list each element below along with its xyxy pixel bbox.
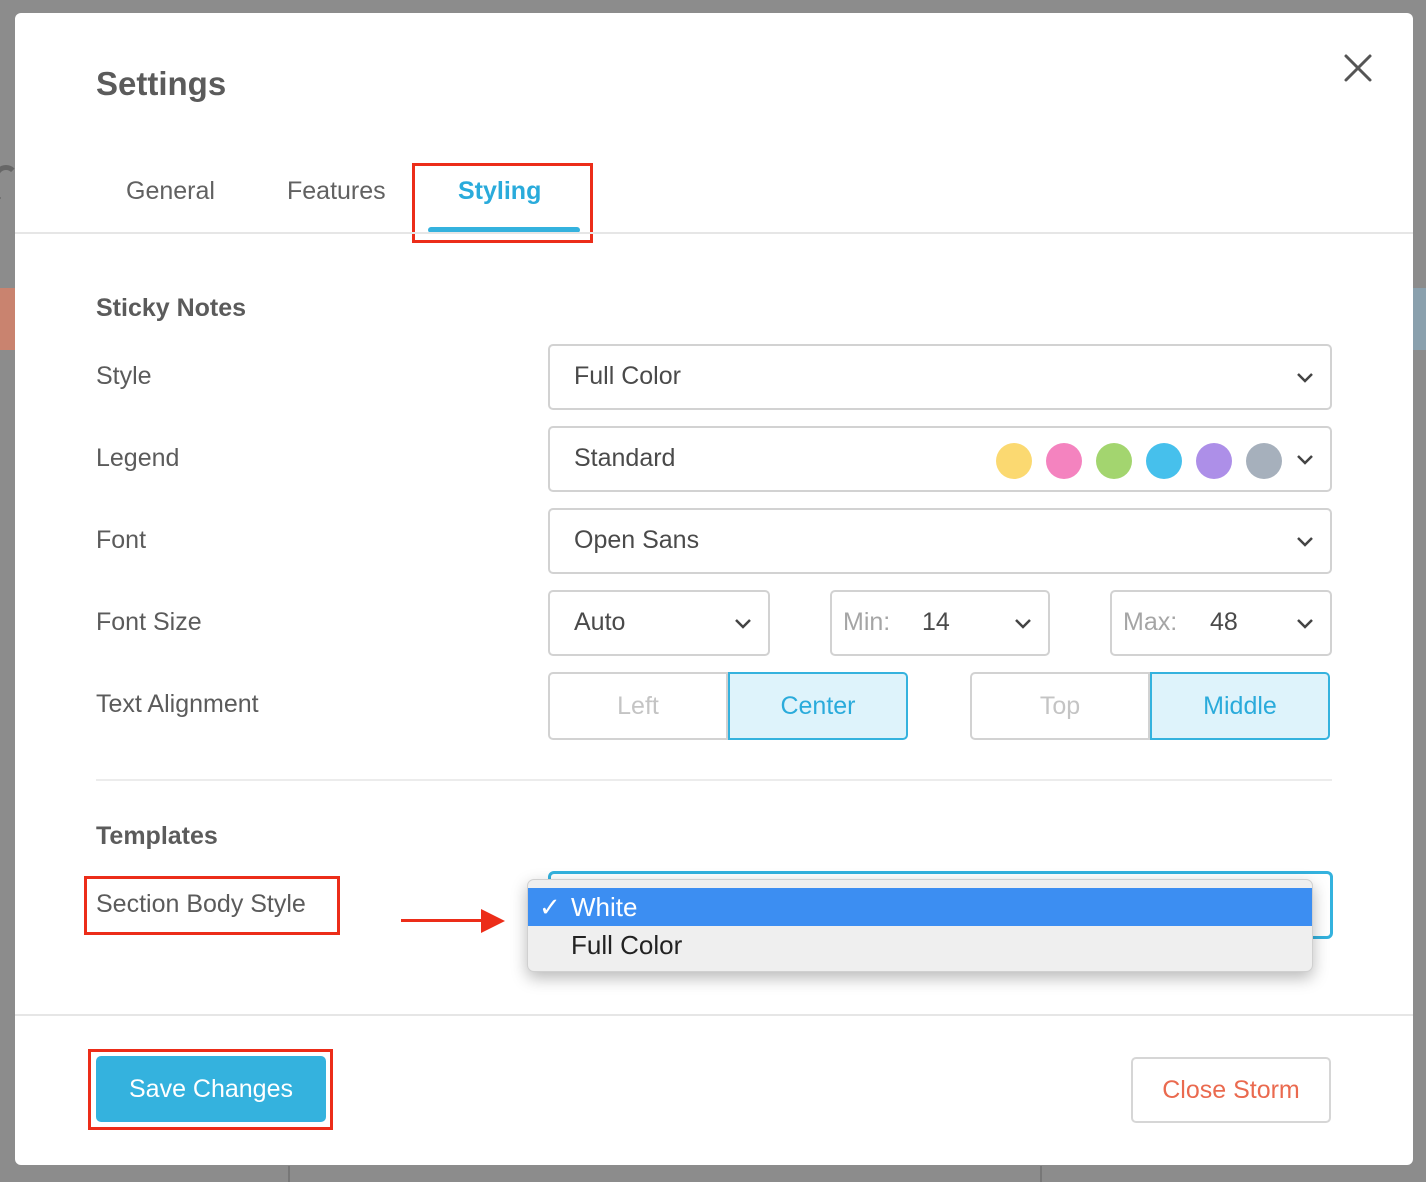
legend-select-value: Standard [574, 444, 676, 472]
min-value: 14 [922, 608, 950, 636]
font-size-max-select[interactable]: Max: 48 [1110, 590, 1332, 656]
font-size-mode-value: Auto [574, 608, 626, 636]
annotation-box-styling-tab [412, 163, 593, 243]
annotation-arrow [401, 919, 485, 922]
legend-select[interactable]: Standard [548, 426, 1332, 492]
background-line [288, 1166, 290, 1182]
templates-heading: Templates [96, 822, 218, 850]
font-size-label: Font Size [96, 608, 202, 636]
legend-color-blue [1146, 443, 1182, 479]
style-label: Style [96, 362, 152, 390]
dialog-title: Settings [96, 65, 227, 102]
max-value: 48 [1210, 608, 1238, 636]
style-select-value: Full Color [574, 362, 681, 390]
annotation-arrow-head [481, 909, 505, 933]
tab-features[interactable]: Features [287, 177, 386, 206]
legend-color-pink [1046, 443, 1082, 479]
section-divider [96, 779, 1332, 781]
legend-color-yellow [996, 443, 1032, 479]
font-size-mode-select[interactable]: Auto [548, 590, 770, 656]
legend-color-purple [1196, 443, 1232, 479]
close-icon[interactable] [1343, 53, 1373, 83]
background-canvas-right [1412, 288, 1426, 350]
align-center-button[interactable]: Center [728, 672, 908, 740]
align-middle-button[interactable]: Middle [1150, 672, 1330, 740]
style-select[interactable]: Full Color [548, 344, 1332, 410]
option-label: White [571, 892, 638, 922]
tabs-divider [15, 232, 1413, 234]
checkmark-icon: ✓ [539, 892, 561, 922]
dropdown-option-white[interactable]: ✓ White [528, 888, 1312, 926]
legend-label: Legend [96, 444, 180, 472]
option-label: Full Color [571, 930, 683, 960]
dropdown-option-full-color[interactable]: Full Color [528, 926, 1312, 964]
sticky-notes-heading: Sticky Notes [96, 294, 247, 322]
legend-color-green [1096, 443, 1132, 479]
tab-general[interactable]: General [126, 177, 215, 206]
font-select-value: Open Sans [574, 526, 700, 554]
font-select[interactable]: Open Sans [548, 508, 1332, 574]
text-alignment-label: Text Alignment [96, 690, 259, 718]
align-left-button[interactable]: Left [548, 672, 728, 740]
chevron-down-icon [1015, 619, 1031, 629]
align-top-button[interactable]: Top [970, 672, 1150, 740]
background-line [1040, 1166, 1042, 1182]
chevron-down-icon [735, 619, 751, 629]
annotation-box-section-body-style [84, 876, 340, 935]
annotation-box-save-button [88, 1049, 333, 1130]
max-label: Max: [1123, 608, 1178, 636]
font-label: Font [96, 526, 147, 554]
close-storm-button[interactable]: Close Storm [1131, 1057, 1331, 1123]
font-size-min-select[interactable]: Min: 14 [830, 590, 1050, 656]
footer-divider [15, 1014, 1413, 1016]
chevron-down-icon [1297, 537, 1313, 547]
background-canvas-left [0, 288, 16, 350]
chevron-down-icon [1297, 619, 1313, 629]
min-label: Min: [843, 608, 891, 636]
section-body-style-dropdown: ✓ White Full Color [527, 879, 1313, 972]
chevron-down-icon [1297, 455, 1313, 465]
settings-dialog: Settings General Features Styling Sticky… [15, 13, 1413, 1165]
chevron-down-icon [1297, 373, 1313, 383]
legend-color-gray [1246, 443, 1282, 479]
